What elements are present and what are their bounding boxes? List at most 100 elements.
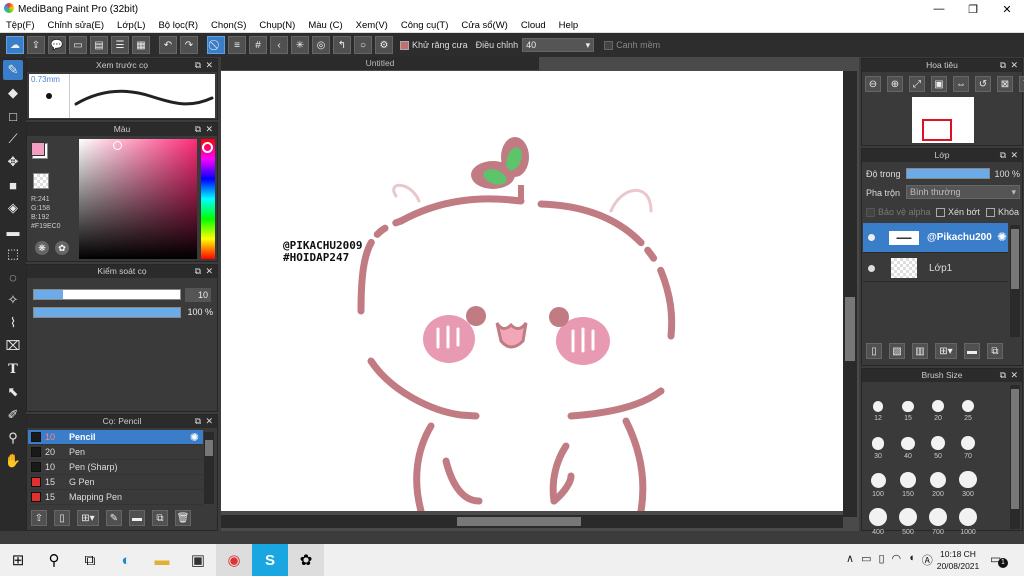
rotate-left-icon[interactable]: ↺ — [975, 76, 991, 92]
chrome-icon[interactable]: ◉ — [216, 544, 252, 576]
add-brush-icon[interactable]: ⊞▾ — [77, 510, 99, 526]
brush-size-option[interactable]: 25 — [953, 384, 983, 422]
brush-cloud-icon[interactable]: ⇧ — [31, 510, 47, 526]
undock-icon[interactable]: ⧉ — [195, 59, 201, 72]
vertical-scrollbar[interactable] — [843, 71, 857, 517]
hue-slider-handle[interactable] — [202, 142, 213, 153]
show-hidden-icons[interactable]: ∧ — [846, 552, 854, 568]
maximize-button[interactable]: ❐ — [956, 0, 990, 18]
brush-list-item[interactable]: 15 G Pen — [28, 475, 203, 490]
panel-close-icon[interactable]: ✕ — [205, 415, 213, 428]
navigator-thumbnail[interactable] — [912, 97, 974, 143]
document-tab[interactable]: Untitled — [221, 57, 539, 70]
snap-parallel-icon[interactable]: ≡ — [228, 36, 246, 54]
gradient-tool-icon[interactable]: ▬ — [3, 221, 23, 241]
battery-icon[interactable]: ▯ — [878, 552, 884, 568]
brush-size-option[interactable]: 20 — [923, 384, 953, 422]
search-icon[interactable]: ⚲ — [36, 544, 72, 576]
snap-grid-icon[interactable]: # — [249, 36, 267, 54]
language-icon[interactable]: Ⓐ — [922, 552, 933, 568]
protect-alpha-checkbox[interactable] — [866, 207, 875, 217]
snap-curve-icon[interactable]: ↰ — [333, 36, 351, 54]
brush-settings-gear-icon[interactable]: ✺ — [190, 431, 199, 444]
brush-size-option[interactable]: 300 — [953, 460, 983, 498]
menu-window[interactable]: Cửa sổ(W) — [455, 20, 514, 31]
panel-close-icon[interactable]: ✕ — [1010, 369, 1018, 382]
brush-size-option[interactable]: 30 — [863, 422, 893, 460]
flip-icon[interactable]: ⇔ — [953, 76, 969, 92]
undock-icon[interactable]: ⧉ — [195, 123, 201, 136]
new-8bit-layer-icon[interactable]: ▥ — [912, 343, 928, 359]
comment-icon[interactable]: 💬 — [48, 36, 66, 54]
clipping-checkbox[interactable] — [936, 207, 945, 217]
brush-opacity-slider[interactable] — [33, 307, 181, 318]
menu-help[interactable]: Help — [553, 20, 586, 31]
brush-size-option[interactable]: 500 — [893, 498, 923, 536]
undock-icon[interactable]: ⧉ — [195, 415, 201, 428]
select-pen-tool-icon[interactable]: ⌇ — [3, 313, 23, 333]
new-halftone-layer-icon[interactable]: ▧ — [889, 343, 905, 359]
foreground-color-swatch[interactable] — [31, 142, 45, 156]
layer-settings-icon[interactable]: ✺ — [997, 230, 1007, 244]
menu-tools[interactable]: Công cụ(T) — [395, 20, 456, 31]
lasso-tool-icon[interactable]: ◌ — [3, 267, 23, 287]
menu-view[interactable]: Xem(V) — [350, 20, 395, 31]
volume-icon[interactable]: ◖ — [908, 552, 915, 568]
network-status-icon[interactable]: ▭ — [861, 552, 871, 568]
rotate-right-icon[interactable]: ↻ — [1019, 76, 1024, 92]
duplicate-layer-icon[interactable]: ⧉ — [987, 343, 1003, 359]
fit-window-icon[interactable]: ⤢ — [909, 76, 925, 92]
task-view-icon[interactable]: ⧉ — [72, 544, 108, 576]
correction-dropdown[interactable]: 40 ▾ — [522, 38, 595, 52]
panel-close-icon[interactable]: ✕ — [1010, 59, 1018, 72]
brush-list-item[interactable]: 20 Pen — [28, 445, 203, 460]
eye-icon[interactable] — [868, 265, 875, 272]
menu-select[interactable]: Chọn(S) — [205, 20, 253, 31]
select-rect-tool-icon[interactable]: ⬚ — [3, 244, 23, 264]
snap-settings-icon[interactable]: ⚙ — [375, 36, 393, 54]
palette-icon[interactable]: ❋ — [35, 241, 49, 255]
brush-size-option[interactable]: 700 — [923, 498, 953, 536]
snap-circle-icon[interactable]: ○ — [354, 36, 372, 54]
notification-icon[interactable]: ▭ 1 — [990, 552, 1008, 568]
add-layer-menu-icon[interactable]: ⊞▾ — [935, 343, 957, 359]
brush-size-option[interactable]: 150 — [893, 460, 923, 498]
brush-size-option[interactable]: 40 — [893, 422, 923, 460]
panel-close-icon[interactable]: ✕ — [205, 123, 213, 136]
snap-radial-icon[interactable]: ✳ — [291, 36, 309, 54]
menu-filter[interactable]: Bộ lọc(R) — [152, 20, 205, 31]
windows-start-icon[interactable]: ⊞ — [0, 544, 36, 576]
select-eraser-tool-icon[interactable]: ⌧ — [3, 336, 23, 356]
brush-size-value[interactable]: 10 — [185, 288, 211, 302]
brush-size-slider[interactable] — [33, 289, 181, 300]
eraser-tool-icon[interactable]: ◆ — [3, 83, 23, 103]
duplicate-brush-icon[interactable]: ⧉ — [152, 510, 168, 526]
delete-brush-icon[interactable]: 🗑 — [175, 510, 191, 526]
medibang-taskbar-icon[interactable]: ✿ — [288, 544, 324, 576]
menu-edit[interactable]: Chỉnh sửa(E) — [42, 20, 112, 31]
undock-icon[interactable]: ⧉ — [1000, 59, 1006, 72]
eye-icon[interactable] — [868, 234, 875, 241]
brush-settings-icon[interactable]: ✎ — [106, 510, 122, 526]
drawing-canvas[interactable]: @PIKACHU2009 #HOIDAP247 — [221, 71, 843, 511]
chat-icon[interactable]: ▭ — [69, 36, 87, 54]
horizontal-scrollbar[interactable] — [221, 515, 843, 528]
brush-size-option[interactable]: 12 — [863, 384, 893, 422]
panel-close-icon[interactable]: ✕ — [205, 265, 213, 278]
menu-snap[interactable]: Chụp(N) — [253, 20, 302, 31]
color-picker-handle[interactable] — [113, 141, 122, 150]
saturation-value-picker[interactable] — [79, 139, 197, 259]
undock-icon[interactable]: ⧉ — [195, 265, 201, 278]
wifi-icon[interactable]: ◠ — [892, 552, 902, 568]
hand-tool-icon[interactable]: ✋ — [3, 451, 23, 471]
brush-list-item[interactable]: 10 Pencil ✺ — [28, 430, 203, 445]
layer-opacity-slider[interactable] — [906, 168, 990, 179]
brush-size-option[interactable]: 200 — [923, 460, 953, 498]
blend-mode-dropdown[interactable]: Bình thường ▾ — [906, 185, 1020, 199]
dot-tool-icon[interactable]: ⟋ — [3, 129, 23, 149]
edge-browser-icon[interactable]: ◐ — [108, 544, 144, 576]
move-tool-icon[interactable]: ✥ — [3, 152, 23, 172]
hue-slider[interactable] — [201, 139, 215, 259]
menu-color[interactable]: Màu (C) — [302, 20, 349, 31]
brush-size-option[interactable]: 70 — [953, 422, 983, 460]
